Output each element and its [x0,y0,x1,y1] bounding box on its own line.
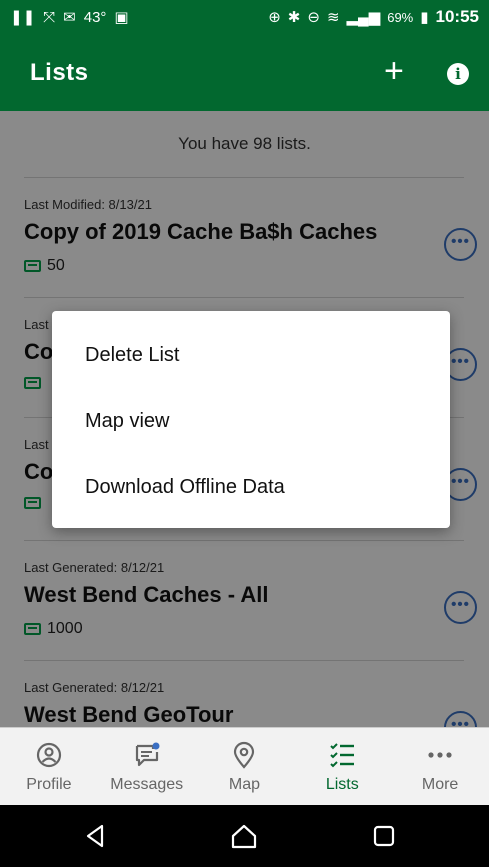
menu-item-delete-list[interactable]: Delete List [85,344,180,367]
bottom-tab-bar: Profile Messages Map Lists More [0,727,489,805]
tab-label: Messages [110,775,184,793]
info-icon[interactable]: i [447,63,469,85]
do-not-disturb-icon: ⊖ [307,8,320,26]
temperature: 43° [83,8,107,26]
pause-icon: ❚❚ [10,8,36,26]
lists-icon [327,740,357,770]
clock: 10:55 [435,7,479,26]
tab-label: More [421,775,459,793]
add-list-button[interactable]: + [384,54,404,88]
battery-level: 69% [387,9,414,25]
back-button[interactable] [80,821,110,851]
image-icon: ▣ [114,8,129,26]
page-title: Lists [30,58,89,86]
signal-icon: ▂▄▆ [346,8,381,26]
tab-more[interactable]: More [391,728,489,805]
data-saver-icon: ⊕ [268,8,281,26]
home-button[interactable] [229,821,259,851]
tab-label: Profile [26,775,72,793]
battery-icon: ▮ [420,8,429,26]
tab-label: Map [228,775,261,793]
system-nav-bar [0,805,489,867]
tab-map[interactable]: Map [196,728,294,805]
list-context-menu: Delete List Map view Download Offline Da… [52,311,450,528]
tab-messages[interactable]: Messages [98,728,196,805]
app-bar: Lists + i [0,34,489,111]
tab-profile[interactable]: Profile [0,728,98,805]
mail-icon: ✉ [63,8,76,26]
more-icon [425,740,455,770]
wifi-icon: ≋ [326,8,340,26]
tab-lists[interactable]: Lists [293,728,391,805]
status-bar: ❚❚ ⤧ ✉ 43° ▣ ⊕ ✱ ⊖ ≋ ▂▄▆ 69% ▮ 10:55 [0,0,489,34]
menu-item-download-offline-data[interactable]: Download Offline Data [85,476,285,499]
menu-item-map-view[interactable]: Map view [85,410,169,433]
messages-icon [132,740,162,770]
bluetooth-icon: ✱ [287,8,301,26]
missed-call-icon: ⤧ [43,8,56,26]
tab-label: Lists [325,775,359,793]
profile-icon [34,740,64,770]
recents-button[interactable] [369,821,399,851]
map-pin-icon [229,740,259,770]
